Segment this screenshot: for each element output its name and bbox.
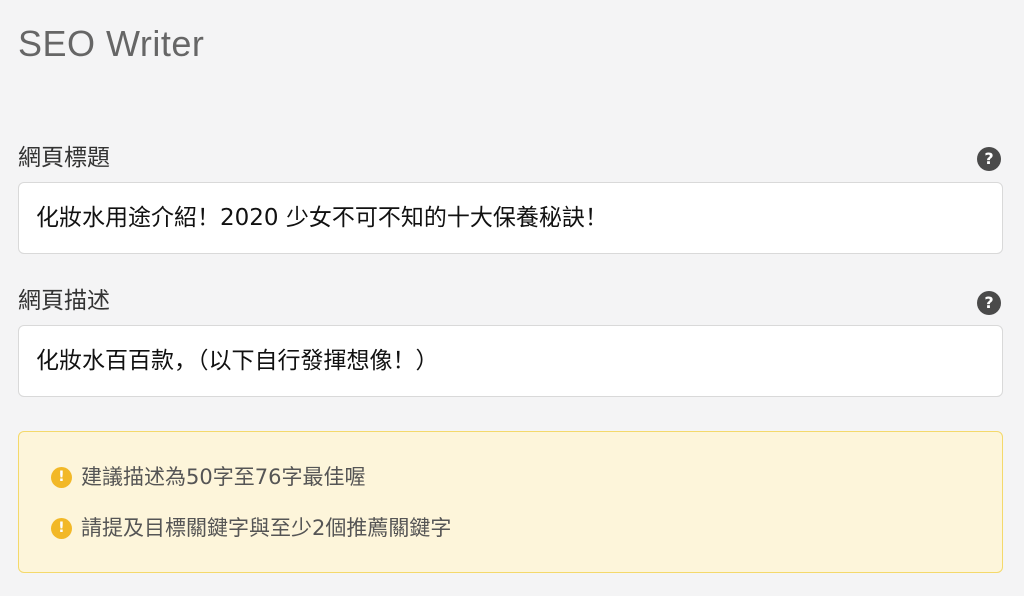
page-title-label: 網頁標題: [18, 145, 110, 171]
tips-box: ! 建議描述為50字至76字最佳喔 ! 請提及目標關鍵字與至少2個推薦關鍵字: [18, 431, 1003, 573]
app-title: SEO Writer: [18, 23, 205, 64]
page-description-help-icon[interactable]: ?: [977, 291, 1001, 315]
tip-item: ! 請提及目標關鍵字與至少2個推薦關鍵字: [51, 514, 451, 542]
page-description-label: 網頁描述: [18, 288, 110, 314]
tip-text: 請提及目標關鍵字與至少2個推薦關鍵字: [81, 516, 452, 540]
exclamation-circle-icon: !: [51, 517, 72, 539]
page-description-field: 網頁描述 ? 化妝水百百款，（以下自行發揮想像！）: [18, 283, 1003, 399]
page-title-input[interactable]: 化妝水用途介紹！2020 少女不可不知的十大保養秘訣！: [18, 182, 1003, 254]
page-description-input[interactable]: 化妝水百百款，（以下自行發揮想像！）: [18, 325, 1003, 397]
tip-text: 建議描述為50字至76字最佳喔: [81, 465, 366, 489]
tip-item: ! 建議描述為50字至76字最佳喔: [51, 463, 365, 491]
page-title-help-icon[interactable]: ?: [977, 147, 1001, 171]
exclamation-circle-icon: !: [51, 466, 72, 488]
page-title-field: 網頁標題 ? 化妝水用途介紹！2020 少女不可不知的十大保養秘訣！: [18, 140, 1003, 256]
